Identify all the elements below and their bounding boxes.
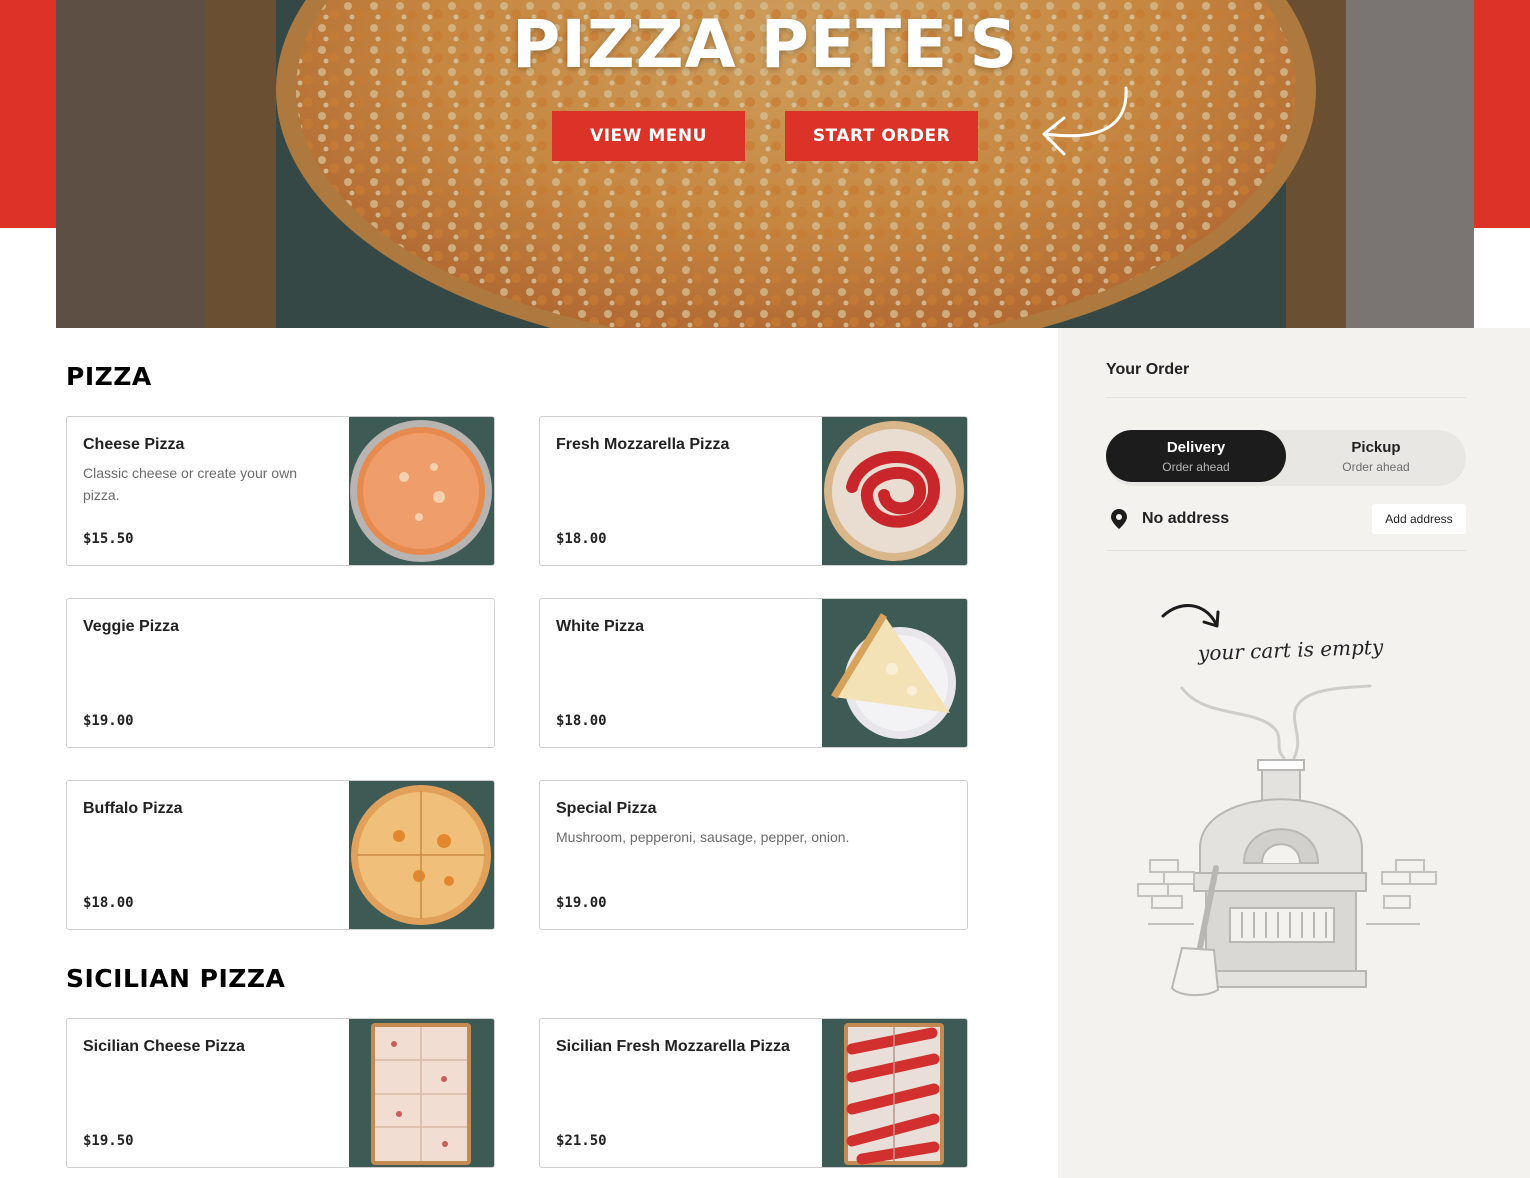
menu-item-sicilian-fresh-mozzarella-pizza[interactable]: Sicilian Fresh Mozzarella Pizza $21.50 (539, 1018, 968, 1168)
restaurant-title: PIZZA PETE'S (511, 6, 1018, 83)
order-title: Your Order (1106, 361, 1190, 378)
menu-item-name: Fresh Mozzarella Pizza (556, 436, 730, 453)
buffalo-pizza-photo (349, 781, 494, 929)
start-order-button[interactable]: START ORDER (785, 111, 978, 161)
menu-item-name: Sicilian Fresh Mozzarella Pizza (556, 1038, 790, 1055)
menu-item-special-pizza[interactable]: Special Pizza Mushroom, pepperoni, sausa… (539, 780, 968, 930)
menu-item-white-pizza[interactable]: White Pizza $18.00 (539, 598, 968, 748)
address-text: No address (1142, 510, 1230, 527)
menu-item-name: Sicilian Cheese Pizza (83, 1038, 245, 1055)
address-row: No address Add address (1106, 504, 1466, 534)
menu-item-description: Mushroom, pepperoni, sausage, pepper, on… (556, 829, 850, 845)
section-title-pizza: PIZZA (66, 362, 152, 391)
menu-item-price: $21.50 (556, 1133, 607, 1149)
menu-item-price: $18.00 (83, 895, 134, 911)
menu-item-name: Veggie Pizza (83, 618, 180, 635)
hand-drawn-arrow-icon (1042, 86, 1128, 156)
delivery-label: Delivery (1166, 438, 1226, 456)
fulfillment-toggle: Delivery Order ahead Pickup Order ahead (1106, 430, 1466, 486)
menu-item-name: Special Pizza (556, 800, 657, 817)
delivery-sublabel: Order ahead (1162, 459, 1230, 474)
menu-item-price: $19.00 (556, 895, 607, 911)
cheese-pizza-photo (349, 417, 494, 565)
sicilian-cheese-pizza-photo (349, 1019, 494, 1167)
menu-item-sicilian-cheese-pizza[interactable]: Sicilian Cheese Pizza $19.50 (66, 1018, 495, 1168)
menu-item-name: Cheese Pizza (83, 436, 185, 453)
menu-item-veggie-pizza[interactable]: Veggie Pizza $19.00 (66, 598, 495, 748)
pizza-oven-illustration (1137, 684, 1437, 996)
divider (1106, 397, 1466, 398)
menu-item-price: $15.50 (83, 531, 134, 547)
menu-item-price: $18.00 (556, 531, 607, 547)
menu-item-price: $18.00 (556, 713, 607, 729)
location-pin-icon (1111, 509, 1127, 529)
menu-item-fresh-mozzarella-pizza[interactable]: Fresh Mozzarella Pizza $18.00 (539, 416, 968, 566)
menu-item-price: $19.50 (83, 1133, 134, 1149)
hero-banner: PIZZA PETE'S VIEW MENU START ORDER (56, 0, 1474, 328)
menu-item-description: Classic cheese or create your own pizza. (83, 465, 297, 503)
menu-item-name: White Pizza (556, 618, 645, 635)
section-title-sicilian-pizza: SICILIAN PIZZA (66, 964, 286, 993)
fresh-mozzarella-pizza-photo (822, 417, 967, 565)
sicilian-fresh-mozzarella-pizza-photo (822, 1019, 967, 1167)
view-menu-button[interactable]: VIEW MENU (552, 111, 745, 161)
pickup-option[interactable]: Pickup Order ahead (1286, 430, 1466, 482)
menu-item-buffalo-pizza[interactable]: Buffalo Pizza $18.00 (66, 780, 495, 930)
menu-item-price: $19.00 (83, 713, 134, 729)
menu-item-name: Buffalo Pizza (83, 800, 183, 817)
pickup-label: Pickup (1351, 438, 1401, 456)
menu-item-cheese-pizza[interactable]: Cheese Pizza Classic cheese or create yo… (66, 416, 495, 566)
pickup-sublabel: Order ahead (1342, 459, 1410, 474)
order-panel: Your Order Delivery Order ahead Pickup O… (1058, 328, 1530, 1178)
delivery-option[interactable]: Delivery Order ahead (1106, 430, 1286, 482)
divider (1106, 550, 1466, 551)
white-pizza-photo (822, 599, 967, 747)
add-address-button[interactable]: Add address (1372, 504, 1466, 534)
